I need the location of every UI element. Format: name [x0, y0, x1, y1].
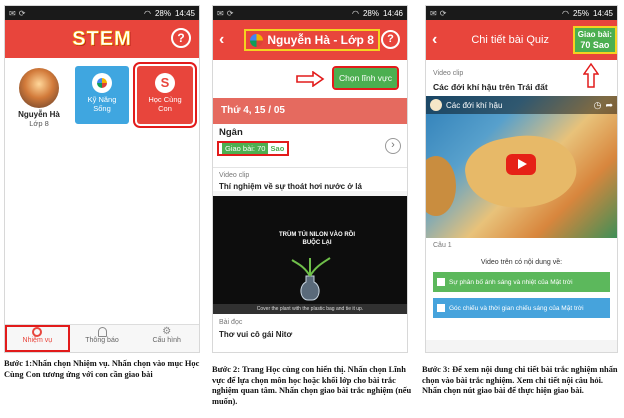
video-title: Thí nghiệm về sự thoát hơi nước ở lá	[219, 182, 362, 191]
video-overlay-text: TRÙM TÚI NILON VÀO RỒI BUỘC LẠI	[279, 232, 355, 246]
child-selector[interactable]: Nguyễn Hà - Lớp 8	[244, 29, 380, 51]
pointer-arrow-icon	[296, 71, 325, 87]
video-thumbnail[interactable]: TRÙM TÚI NILON VÀO RỒI BUỘC LẠI Cover th…	[213, 196, 407, 314]
question-text: Video trên có nội dung về:	[480, 259, 563, 266]
section-label: Bài đọc	[219, 319, 243, 326]
profile-grade: Lớp 8	[29, 119, 49, 128]
nav-label: Cấu hình	[152, 337, 181, 344]
bottom-nav: Nhiệm vụ Thông báo ⚙ Cấu hình	[5, 324, 199, 352]
answer-option[interactable]: Sự phân bố ánh sáng và nhiệt của Mặt trờ…	[433, 272, 610, 292]
checkbox-icon[interactable]	[437, 278, 445, 286]
status-time: 14:46	[382, 8, 403, 18]
reading-title: Thơ vui cô gái Nitơ	[219, 330, 293, 339]
help-circle-icon[interactable]: ?	[381, 30, 400, 49]
nav-tasks[interactable]: Nhiệm vụ	[5, 325, 70, 352]
app-header: ‹ Nguyễn Hà - Lớp 8 ?	[213, 20, 407, 60]
share-icon[interactable]: ➦	[605, 100, 613, 111]
card-row: Nguyễn Hà Lớp 8 Kỹ Năng Sống S Học Cùng …	[5, 58, 199, 128]
help-circle-icon[interactable]: ?	[171, 28, 191, 48]
notification-icon: ✉	[430, 8, 437, 18]
assignment-badge[interactable]: Giao bài: 70 Sao	[216, 141, 290, 156]
screen-home: ✉ ⟳ ◠ 28% 14:45 STEM ? Nguyễn Hà Lớp 8 Kỹ…	[4, 5, 200, 353]
date-bar: Thứ 4, 15 / 05	[213, 98, 407, 124]
wifi-icon: ◠	[561, 8, 569, 18]
sync-icon: ⟳	[226, 8, 234, 18]
chevron-right-icon[interactable]: ›	[385, 138, 401, 154]
date-label: Thứ 4, 15 / 05	[221, 105, 285, 116]
bell-icon	[97, 327, 107, 337]
nav-notifications[interactable]: Thông báo	[70, 325, 135, 352]
card-label: Kỹ Năng Sống	[87, 95, 117, 113]
channel-avatar	[430, 99, 442, 111]
answer-option[interactable]: Góc chiếu và thời gian chiếu sáng của Mặ…	[433, 298, 610, 318]
map-land-2	[426, 156, 456, 216]
pointer-arrow-icon	[583, 62, 599, 88]
back-arrow-icon[interactable]: ‹	[432, 31, 437, 49]
app-header: ‹ Chi tiết bài Quiz Giao bài: 70 Sao	[426, 20, 617, 60]
battery-text: 25%	[572, 8, 589, 18]
status-bar: ✉ ⟳ ◠ 28% 14:45	[5, 6, 199, 20]
screen-learn-with-child: ✉ ⟳ ◠ 28% 14:46 ‹ Nguyễn Hà - Lớp 8 ? Chọ…	[212, 5, 408, 353]
status-time: 14:45	[592, 8, 613, 18]
question-label: Câu 1	[433, 242, 452, 249]
notification-icon: ✉	[217, 8, 224, 18]
play-icon	[518, 159, 527, 169]
plant-jar-image	[291, 257, 331, 301]
caption-step-3: Bước 3: Để xem nội dung chi tiết bài trắ…	[422, 365, 618, 395]
clock-icon[interactable]: ◷	[594, 100, 602, 111]
choose-field-button[interactable]: Chọn lĩnh vực	[332, 66, 399, 90]
arrow-area	[426, 60, 617, 88]
card-learn-with-child[interactable]: S Học Cùng Con	[133, 62, 197, 128]
sync-icon: ⟳	[18, 8, 26, 18]
header-title: Nguyễn Hà - Lớp 8	[267, 33, 374, 47]
toolbar: Chọn lĩnh vực	[213, 60, 407, 98]
youtube-player[interactable]: Các đới khí hậu ◷ ➦	[426, 96, 617, 238]
nav-label: Thông báo	[85, 337, 119, 344]
student-card[interactable]: Ngân Giao bài: 70 Sao ›	[213, 124, 407, 168]
card-label: Học Cùng Con	[148, 95, 182, 113]
nav-settings[interactable]: ⚙ Cấu hình	[134, 325, 199, 352]
notification-icon: ✉	[9, 8, 16, 18]
checkbox-icon[interactable]	[437, 304, 445, 312]
status-bar: ✉ ⟳ ◠ 25% 14:45	[426, 6, 617, 20]
play-button[interactable]	[506, 154, 536, 175]
assign-button[interactable]: Giao bài: 70 Sao	[572, 25, 617, 55]
app-header: STEM ?	[5, 20, 199, 58]
avatar	[19, 68, 59, 108]
caption-step-2: Bước 2: Trang Học cùng con hiển thị. Nhấ…	[212, 365, 412, 406]
video-top-bar: Các đới khí hậu ◷ ➦	[426, 96, 617, 114]
profile-card[interactable]: Nguyễn Hà Lớp 8	[11, 66, 67, 128]
section-label: Video clip	[219, 172, 250, 179]
student-name: Ngân	[219, 127, 243, 138]
app-logo: STEM	[72, 27, 132, 50]
content-area	[5, 128, 199, 334]
video-item[interactable]: Video clip Thí nghiệm về sự thoát hơi nư…	[213, 168, 407, 191]
wifi-icon: ◠	[351, 8, 359, 18]
caption-step-1: Bước 1:Nhấn chọn Nhiệm vụ. Nhấn chọn vào…	[4, 359, 200, 379]
gear-icon: ⚙	[162, 326, 172, 337]
status-time: 14:45	[174, 8, 195, 18]
sync-icon: ⟳	[439, 8, 447, 18]
profile-name: Nguyễn Hà	[18, 110, 60, 119]
s-logo-icon: S	[155, 73, 175, 93]
wifi-icon: ◠	[143, 8, 151, 18]
video-caption: Cover the plant with the plastic bag and…	[213, 304, 407, 314]
card-life-skills[interactable]: Kỹ Năng Sống	[75, 66, 129, 124]
header-title: Chi tiết bài Quiz	[471, 34, 549, 46]
screen-quiz-detail: ✉ ⟳ ◠ 25% 14:45 ‹ Chi tiết bài Quiz Giao …	[425, 5, 618, 353]
battery-text: 28%	[154, 8, 171, 18]
flower-icon	[92, 73, 112, 93]
target-icon	[32, 327, 43, 337]
flower-icon	[250, 33, 264, 47]
video-inner-title: Các đới khí hậu	[446, 100, 503, 110]
battery-text: 28%	[362, 8, 379, 18]
question-area: Câu 1 Video trên có nội dung về: Sự phân…	[426, 238, 617, 340]
reading-item[interactable]: Bài đọc Thơ vui cô gái Nitơ	[213, 314, 407, 352]
nav-label: Nhiệm vụ	[22, 337, 53, 344]
back-arrow-icon[interactable]: ‹	[219, 31, 224, 49]
status-bar: ✉ ⟳ ◠ 28% 14:46	[213, 6, 407, 20]
